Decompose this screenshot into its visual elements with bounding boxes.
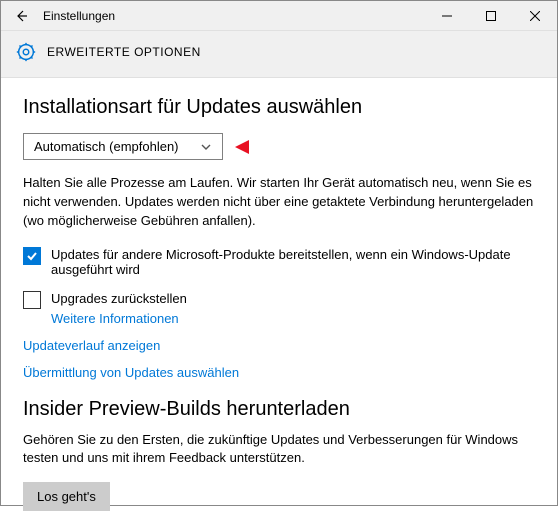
chevron-down-icon (200, 141, 212, 153)
page-heading: Installationsart für Updates auswählen (23, 96, 535, 119)
check-icon (26, 250, 38, 262)
content: Installationsart für Updates auswählen A… (1, 78, 557, 529)
maximize-icon (486, 11, 496, 21)
checkbox-label: Updates für andere Microsoft-Produkte be… (51, 247, 535, 277)
checkbox-defer-upgrades[interactable] (23, 291, 41, 309)
back-button[interactable] (9, 4, 33, 28)
titlebar: Einstellungen (1, 1, 557, 31)
checkbox-label: Upgrades zurückstellen (51, 291, 187, 306)
insider-description: Gehören Sie zu den Ersten, die zukünftig… (23, 431, 535, 469)
checkbox-row-ms-products: Updates für andere Microsoft-Produkte be… (23, 247, 535, 277)
insider-start-button[interactable]: Los geht's (23, 482, 110, 511)
close-button[interactable] (513, 1, 557, 31)
insider-heading: Insider Preview-Builds herunterladen (23, 398, 535, 421)
link-more-info[interactable]: Weitere Informationen (51, 311, 535, 326)
maximize-button[interactable] (469, 1, 513, 31)
minimize-icon (442, 11, 452, 21)
link-update-history[interactable]: Updateverlauf anzeigen (23, 338, 535, 353)
window-title: Einstellungen (43, 9, 115, 23)
minimize-button[interactable] (425, 1, 469, 31)
arrow-left-icon (13, 8, 29, 24)
breadcrumb: ERWEITERTE OPTIONEN (47, 45, 201, 59)
checkbox-ms-products[interactable] (23, 247, 41, 265)
link-delivery-optimization[interactable]: Übermittlung von Updates auswählen (23, 365, 535, 380)
checkbox-row-defer: Upgrades zurückstellen (23, 291, 535, 309)
arrow-annotation-icon (235, 136, 267, 158)
gear-icon (15, 41, 37, 63)
select-value: Automatisch (empfohlen) (34, 139, 179, 154)
install-mode-select[interactable]: Automatisch (empfohlen) (23, 133, 223, 160)
header: ERWEITERTE OPTIONEN (1, 31, 557, 78)
close-icon (530, 11, 540, 21)
description-text: Halten Sie alle Prozesse am Laufen. Wir … (23, 174, 535, 231)
